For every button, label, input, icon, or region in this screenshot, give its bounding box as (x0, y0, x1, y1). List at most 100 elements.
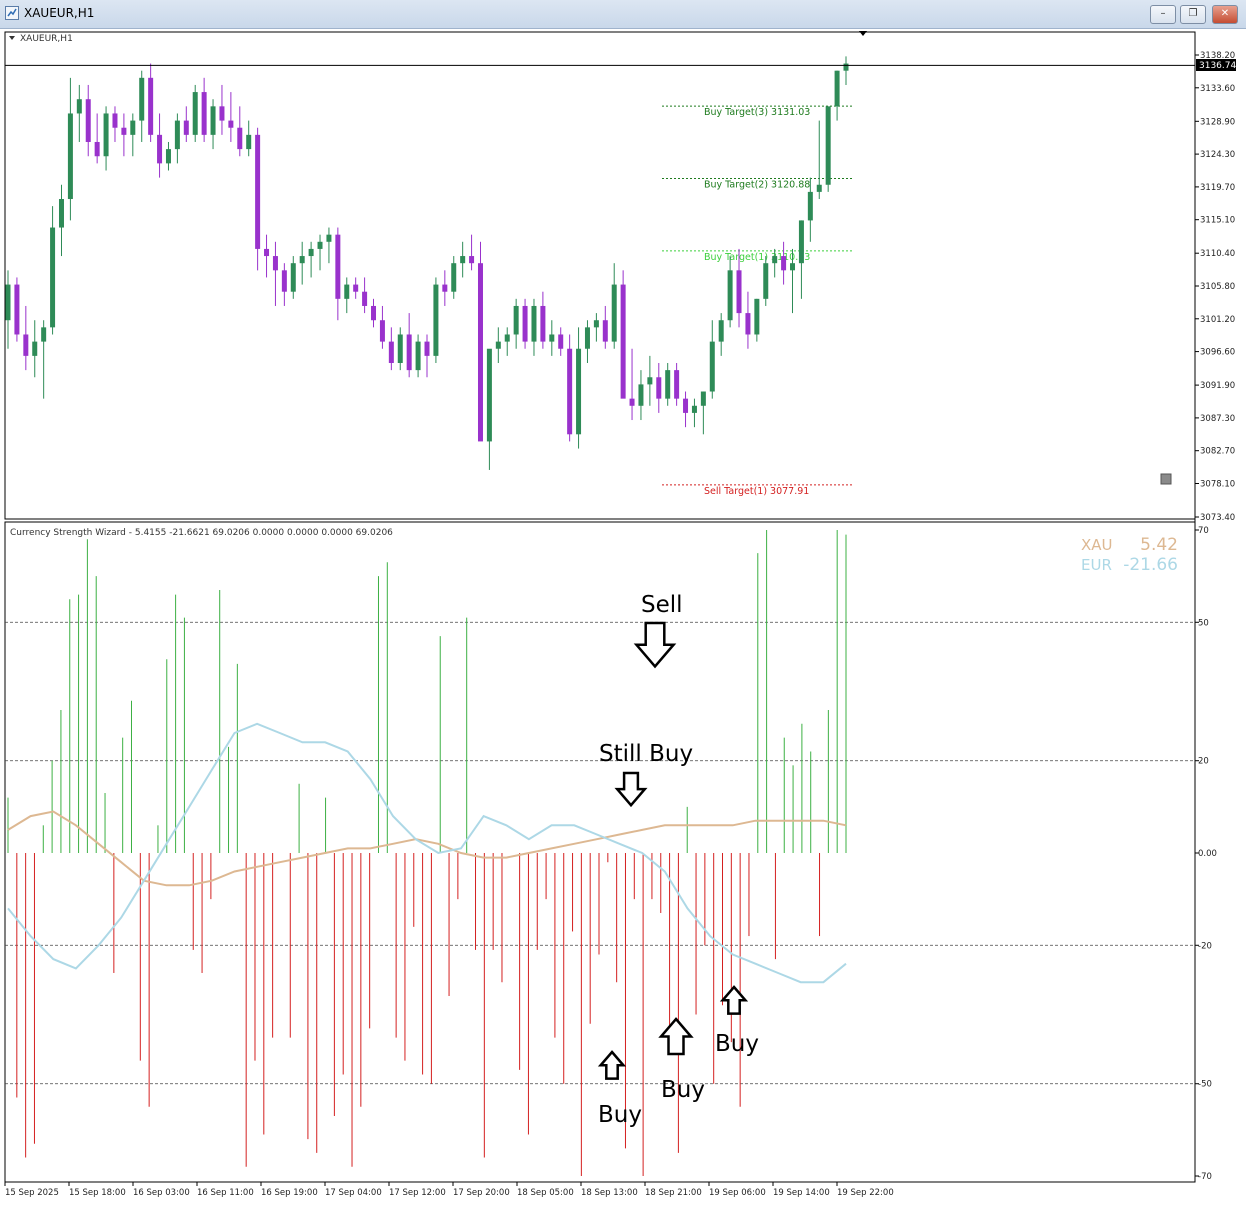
candle-body (210, 106, 216, 135)
candle-body (727, 270, 733, 321)
restore-button[interactable]: ❐ (1180, 5, 1206, 24)
price-tick-label: 3124.30 (1200, 150, 1235, 160)
target-level-label: Buy Target(1) 3110.73 (704, 252, 810, 263)
candle-body (718, 320, 724, 342)
candle-body (469, 256, 475, 264)
candle-body (665, 370, 671, 399)
signal-label: Sell (641, 592, 683, 618)
candle-body (219, 106, 225, 121)
candle-body (620, 284, 626, 399)
candle-body (451, 263, 457, 292)
candle-body (281, 270, 287, 292)
candle-body (165, 149, 171, 164)
legend-value: 5.42 (1140, 535, 1178, 555)
candle-body (807, 191, 813, 221)
candle-body (139, 77, 145, 121)
chart-window-icon (5, 6, 19, 20)
scroll-handle[interactable] (1160, 473, 1172, 485)
time-tick-label: 19 Sep 14:00 (773, 1188, 830, 1198)
time-tick-label: 17 Sep 20:00 (453, 1188, 510, 1198)
candle-body (228, 120, 234, 128)
target-level-label: Buy Target(3) 3131.03 (704, 107, 810, 118)
price-tick-label: 3101.20 (1200, 315, 1235, 325)
time-tick-label: 16 Sep 11:00 (197, 1188, 254, 1198)
candle-body (522, 305, 528, 342)
legend-currency: EUR (1081, 556, 1112, 574)
trading-chart[interactable]: XAUEUR,H1 3138.203133.603128.903124.3031… (0, 29, 1246, 1205)
candle-body (41, 327, 47, 342)
candle-body (834, 70, 840, 107)
candle-body (567, 348, 573, 435)
minimize-button[interactable]: – (1150, 5, 1176, 24)
time-axis: 15 Sep 2025 15 Sep 18:00 16 Sep 03:00 16 Se… (4, 1182, 894, 1198)
candle-body (433, 284, 439, 356)
time-tick-label: 18 Sep 05:00 (517, 1188, 574, 1198)
candle-body (362, 291, 368, 306)
time-tick-label: 16 Sep 19:00 (261, 1188, 318, 1198)
candle-body (531, 305, 537, 342)
candle-body (85, 99, 91, 142)
candle-body (174, 120, 180, 150)
candle-body (486, 348, 492, 442)
candle-body (157, 134, 163, 164)
target-level-label: Buy Target(2) 3120.88 (704, 179, 810, 190)
chart-area[interactable]: XAUEUR,H1 3138.20 3133.60 3128.90 3124.30 31… (0, 29, 1246, 1205)
candle-body (58, 199, 64, 228)
candle-body (183, 120, 189, 135)
indicator-tick-label: -50 (1198, 1080, 1212, 1090)
legend-value: -21.66 (1123, 555, 1178, 575)
candle-body (745, 313, 751, 335)
window-titlebar[interactable]: XAUEUR,H1 – ❐ ✕ (0, 0, 1246, 29)
main-panel-frame (4, 31, 1196, 520)
candle-body (424, 341, 430, 356)
candle-body (192, 92, 198, 135)
indicator-tick-label: 20 (1198, 757, 1209, 767)
indicator-header: Currency Strength Wizard - 5.4155 -21.66… (10, 528, 393, 538)
candle-body (406, 334, 412, 371)
price-tick-label: 3128.90 (1200, 117, 1235, 127)
candle-body (772, 256, 778, 264)
time-tick-label: 16 Sep 03:00 (133, 1188, 190, 1198)
candle-body (781, 256, 787, 271)
candle-body (638, 384, 644, 406)
candle-body (709, 341, 715, 392)
price-tick-label: 3087.30 (1200, 414, 1235, 424)
candle-body (326, 234, 332, 242)
candle-body (237, 127, 243, 150)
candle-body (379, 320, 385, 342)
candle-body (344, 284, 350, 299)
price-tick-label: 3133.60 (1200, 84, 1235, 94)
price-tick-label: 3110.40 (1200, 249, 1235, 259)
candle-body (246, 134, 252, 150)
candle-body (843, 63, 849, 71)
candle-body (798, 220, 804, 264)
candle-body (335, 234, 341, 299)
candle-body (816, 184, 822, 192)
indicator-tick-label: 0.00 (1198, 849, 1217, 859)
candle-body (647, 377, 653, 385)
price-tick-label: 3119.70 (1200, 183, 1235, 193)
candle-body (513, 305, 519, 335)
candle-body (353, 284, 359, 292)
candle-body (700, 391, 706, 406)
candle-body (67, 113, 73, 200)
candle-body (201, 92, 207, 135)
candle-body (264, 248, 270, 257)
price-tick-label: 3078.10 (1200, 479, 1235, 489)
candle-body (121, 127, 127, 135)
target-level-label: Sell Target(1) 3077.91 (704, 486, 809, 497)
signal-label: Buy (715, 1031, 759, 1057)
candle-body (255, 134, 261, 249)
symbol-label: XAUEUR,H1 (20, 34, 73, 44)
candle-body (611, 284, 617, 342)
signal-label: Buy (661, 1077, 705, 1103)
time-tick-label: 15 Sep 2025 (5, 1188, 59, 1198)
close-button[interactable]: ✕ (1212, 5, 1238, 24)
price-tick-label: 3073.40 (1200, 513, 1235, 523)
time-tick-label: 19 Sep 06:00 (709, 1188, 766, 1198)
window-title: XAUEUR,H1 (24, 6, 95, 20)
candle-body (272, 256, 278, 271)
candle-body (415, 341, 421, 371)
price-tick-label: 3091.90 (1200, 381, 1235, 391)
candle-body (5, 284, 11, 321)
